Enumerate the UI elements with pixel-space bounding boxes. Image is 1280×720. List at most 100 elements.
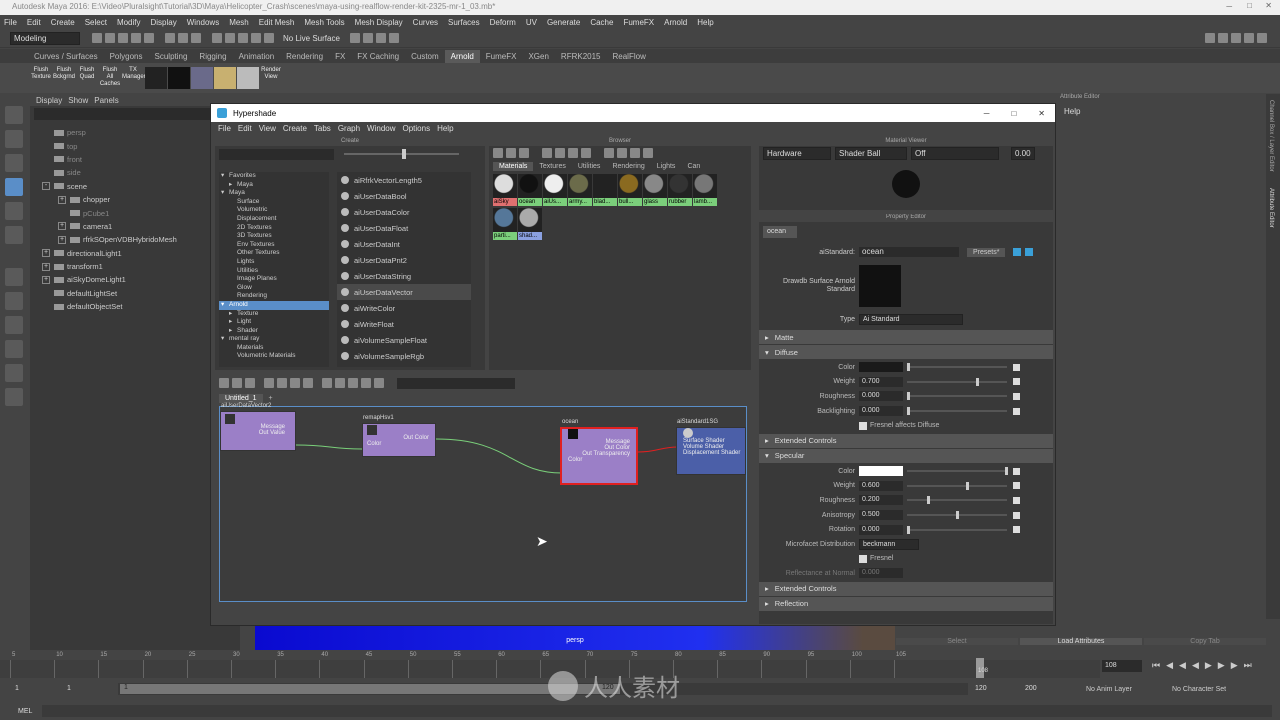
microfacet-dropdown[interactable]: beckmann — [859, 538, 919, 550]
category-item[interactable]: 2D Textures — [219, 224, 329, 233]
expand-icon[interactable]: + — [42, 249, 50, 258]
menu-curves[interactable]: Curves — [413, 18, 438, 27]
graph-node-selected[interactable]: ocean Message Out Color Out Transparency… — [560, 419, 638, 485]
graph-tool-icon[interactable] — [303, 378, 313, 388]
node-port[interactable]: Color — [562, 457, 636, 463]
hypershade-menu-create[interactable]: Create — [283, 124, 307, 133]
graph-tool-icon[interactable] — [335, 378, 345, 388]
four-view-icon[interactable] — [5, 292, 23, 310]
geometry-dropdown[interactable]: Shader Ball — [835, 146, 907, 160]
section-extended-controls[interactable]: ▸ Extended Controls — [759, 433, 1053, 448]
create-search-field[interactable] — [219, 148, 334, 160]
mode-dropdown[interactable]: Off — [911, 146, 999, 160]
menu-edit[interactable]: Edit — [27, 18, 41, 27]
menu-generate[interactable]: Generate — [547, 18, 580, 27]
material-swatch[interactable]: parti... — [493, 208, 517, 240]
sort-icon[interactable] — [617, 148, 627, 158]
shelf-button[interactable]: Flush Quad — [76, 67, 98, 89]
property-slider[interactable] — [907, 392, 1007, 401]
expand-icon[interactable]: + — [42, 275, 50, 284]
hypershade-icon[interactable] — [388, 33, 399, 43]
type-dropdown[interactable]: Ai Standard — [859, 313, 963, 325]
material-swatch[interactable]: bull... — [618, 174, 642, 206]
shelf-tab-animation[interactable]: Animation — [233, 50, 281, 63]
command-input[interactable] — [42, 705, 1272, 717]
shelf-tab-fx[interactable]: FX — [329, 50, 351, 63]
show-node-icon[interactable] — [1013, 248, 1022, 256]
shelf-button[interactable] — [168, 67, 190, 89]
snap-curve-icon[interactable] — [225, 33, 235, 43]
map-button-icon[interactable] — [1013, 407, 1020, 415]
layout-icon[interactable] — [1218, 33, 1228, 43]
rotate-tool-icon[interactable] — [5, 202, 23, 220]
close-icon[interactable]: ✕ — [1038, 109, 1045, 118]
sort-icon[interactable] — [604, 148, 614, 158]
graph-tool-icon[interactable] — [219, 378, 229, 388]
select-hierarchy-icon[interactable] — [165, 33, 175, 43]
shelf-tab-arnold[interactable]: Arnold — [444, 49, 480, 63]
graph-tab[interactable]: Untitled_1 — [219, 393, 263, 403]
section-extended-controls[interactable]: ▸ Extended Controls — [759, 581, 1053, 596]
property-slider[interactable] — [907, 377, 1007, 386]
outliner-item[interactable]: - scene — [30, 180, 240, 193]
category-item[interactable]: Displacement — [219, 215, 329, 224]
node-list-item[interactable]: aiUserDataInt — [337, 236, 471, 252]
category-item[interactable]: ▾ mental ray — [219, 335, 329, 344]
copy-tab-button[interactable]: Copy Tab — [1144, 637, 1266, 645]
attribute-editor-help-menu[interactable]: Help — [1056, 107, 1266, 116]
step-forward-key-icon[interactable]: ▶ — [1231, 660, 1238, 671]
browser-tab-textures[interactable]: Textures — [533, 162, 571, 171]
menu-display[interactable]: Display — [151, 18, 177, 27]
browser-tab-can[interactable]: Can — [681, 162, 706, 171]
play-forward-icon[interactable]: ▶ — [1205, 660, 1212, 671]
category-item[interactable]: ▸ Light — [219, 318, 329, 327]
category-item[interactable]: Surface — [219, 198, 329, 207]
go-to-start-icon[interactable]: ⏮ — [1152, 660, 1160, 671]
load-attributes-button[interactable]: Load Attributes — [1020, 637, 1142, 645]
shelf-button[interactable] — [214, 67, 236, 89]
browser-tool-icon[interactable] — [519, 148, 529, 158]
graph-search-field[interactable] — [397, 377, 515, 389]
graph-tool-icon[interactable] — [277, 378, 287, 388]
section-matte[interactable]: ▸ Matte — [759, 330, 1053, 344]
property-slider[interactable] — [907, 467, 1008, 476]
step-back-icon[interactable]: ◀ — [1179, 660, 1186, 671]
browser-tab-utilities[interactable]: Utilities — [572, 162, 607, 171]
undo-icon[interactable] — [131, 33, 141, 43]
outliner-item[interactable]: persp — [30, 126, 240, 139]
shelf-button[interactable]: Render View — [260, 67, 282, 89]
menu-create[interactable]: Create — [51, 18, 75, 27]
expand-icon[interactable]: - — [42, 182, 50, 191]
minimize-icon[interactable]: ─ — [984, 109, 990, 118]
outliner-item[interactable]: + camera1 — [30, 220, 240, 233]
playback-start-field[interactable]: 1 — [64, 683, 108, 695]
show-graph-icon[interactable] — [1025, 248, 1034, 256]
color-swatch[interactable] — [859, 362, 903, 373]
scale-tool-icon[interactable] — [5, 226, 23, 244]
menu-mesh-tools[interactable]: Mesh Tools — [304, 18, 344, 27]
shelf-button[interactable]: Flush Texture — [30, 67, 52, 89]
presets-button[interactable]: Presets* — [967, 247, 1006, 257]
property-value-field[interactable]: 0.000 — [859, 391, 903, 402]
expand-icon[interactable]: + — [58, 235, 66, 244]
category-item[interactable]: Volumetric — [219, 206, 329, 215]
paint-select-tool-icon[interactable] — [5, 154, 23, 172]
single-view-icon[interactable] — [5, 268, 23, 286]
outliner-item[interactable]: side — [30, 166, 240, 179]
node-list-item[interactable]: aiUserDataVector — [337, 284, 471, 300]
node-name-field[interactable]: ocean — [859, 247, 959, 257]
browser-tab-rendering[interactable]: Rendering — [606, 162, 650, 171]
hypershade-menu-options[interactable]: Options — [403, 124, 431, 133]
section-specular[interactable]: ▾ Specular — [759, 448, 1053, 463]
node-graph-canvas[interactable]: aiUserDataVector2 Message Out Value rema… — [219, 403, 747, 602]
render-settings-icon[interactable] — [375, 33, 386, 43]
shelf-tab-rigging[interactable]: Rigging — [193, 50, 232, 63]
node-port[interactable]: Displacement Shader — [677, 450, 745, 456]
play-back-icon[interactable]: ◀ — [1192, 660, 1199, 671]
persp-outliner-icon[interactable] — [5, 340, 23, 358]
category-item[interactable]: ▸ Maya — [219, 181, 329, 190]
graph-tool-icon[interactable] — [322, 378, 332, 388]
menu-set-dropdown[interactable]: Modeling — [10, 31, 80, 45]
node-list-item[interactable]: aiWriteFloat — [337, 316, 471, 332]
category-item[interactable]: 3D Textures — [219, 232, 329, 241]
